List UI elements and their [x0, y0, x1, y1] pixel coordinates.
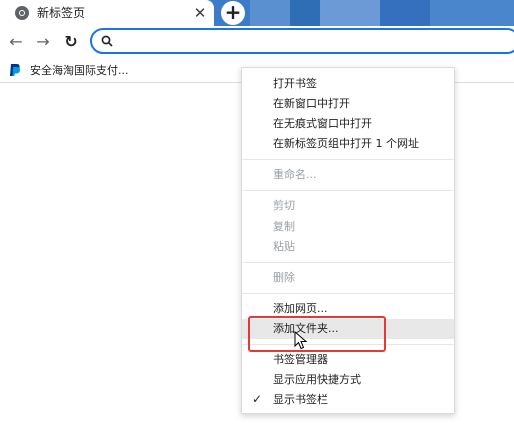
menu-item-label: 显示应用快捷方式 [273, 373, 361, 386]
address-bar[interactable] [90, 28, 514, 54]
toolbar: ← → ↻ [0, 26, 514, 58]
menu-item-bookmark-manager[interactable]: 书签管理器 [242, 350, 454, 370]
menu-item-paste[interactable]: 粘贴 [242, 237, 454, 257]
menu-item-label: 在新窗口中打开 [273, 97, 350, 110]
background-window-block [250, 0, 290, 26]
bookmark-context-menu: 打开书签 在新窗口中打开 在无痕式窗口中打开 在新标签页组中打开 1 个网址 重… [241, 67, 455, 414]
tab-new-tab[interactable]: 新标签页 ✕ [0, 0, 214, 26]
menu-item-open-new-window[interactable]: 在新窗口中打开 [242, 94, 454, 114]
bookmark-item[interactable]: 安全海淘国际支付... [8, 61, 129, 79]
bookmark-label: 安全海淘国际支付... [30, 64, 129, 77]
menu-separator [242, 262, 454, 263]
menu-item-label: 重命名... [273, 168, 317, 181]
menu-item-open-bookmark[interactable]: 打开书签 [242, 74, 454, 94]
menu-item-label: 打开书签 [273, 77, 317, 90]
back-arrow-icon[interactable]: ← [5, 31, 27, 53]
reload-icon[interactable]: ↻ [60, 31, 82, 53]
menu-item-label: 粘贴 [273, 240, 295, 253]
menu-separator [242, 190, 454, 191]
search-icon [101, 35, 113, 47]
highlight-annotation-box [248, 316, 386, 352]
address-input[interactable] [120, 32, 504, 52]
menu-item-show-bookmarks-bar[interactable]: ✓ 显示书签栏 [242, 390, 454, 410]
background-window-block [380, 0, 430, 26]
background-window-block [430, 0, 514, 26]
menu-item-rename[interactable]: 重命名... [242, 165, 454, 185]
menu-item-label: 删除 [273, 271, 295, 284]
menu-item-copy[interactable]: 复制 [242, 217, 454, 237]
menu-item-label: 显示书签栏 [273, 393, 328, 406]
menu-item-delete[interactable]: 删除 [242, 268, 454, 288]
paypal-icon [10, 64, 21, 76]
close-tab-icon[interactable]: ✕ [191, 4, 209, 22]
background-window-block [320, 0, 380, 26]
menu-item-label: 在无痕式窗口中打开 [273, 117, 372, 130]
new-tab-button[interactable]: + [221, 1, 245, 25]
chrome-icon [15, 6, 29, 20]
menu-separator [242, 293, 454, 294]
menu-item-label: 复制 [273, 220, 295, 233]
tab-title: 新标签页 [37, 6, 86, 20]
menu-item-cut[interactable]: 剪切 [242, 196, 454, 216]
menu-item-label: 剪切 [273, 199, 295, 212]
menu-item-label: 添加网页... [273, 302, 328, 315]
tab-strip: 新标签页 ✕ + [0, 0, 514, 26]
background-window-block [290, 0, 320, 26]
menu-item-label: 在新标签页组中打开 1 个网址 [273, 137, 419, 150]
forward-arrow-icon[interactable]: → [32, 31, 54, 53]
menu-item-label: 书签管理器 [273, 353, 328, 366]
menu-item-show-app-shortcuts[interactable]: 显示应用快捷方式 [242, 370, 454, 390]
menu-item-open-incognito[interactable]: 在无痕式窗口中打开 [242, 114, 454, 134]
mouse-cursor-icon [294, 331, 308, 350]
checkmark-icon: ✓ [252, 392, 263, 406]
menu-separator [242, 159, 454, 160]
menu-item-open-tab-group[interactable]: 在新标签页组中打开 1 个网址 [242, 134, 454, 154]
